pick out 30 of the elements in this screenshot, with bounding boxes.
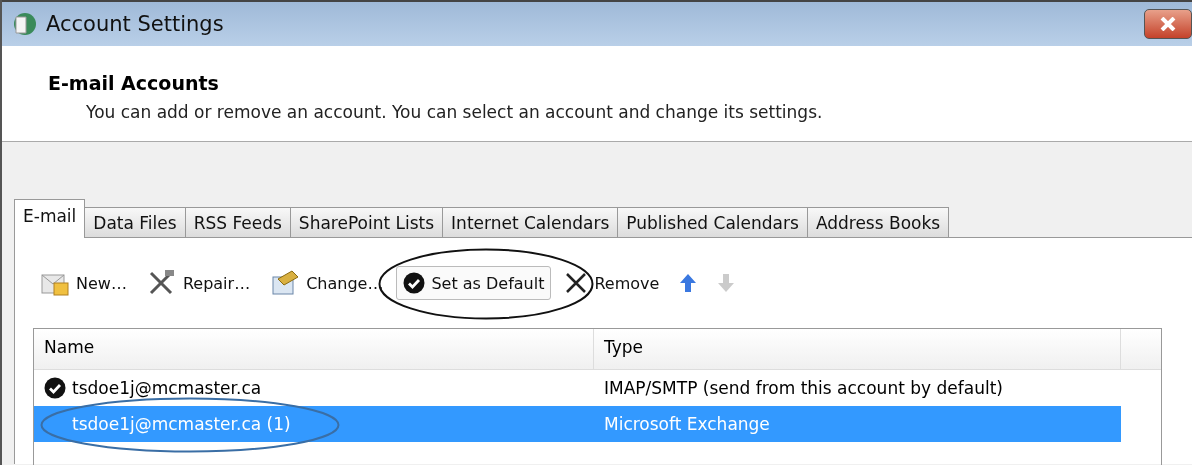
close-icon bbox=[564, 271, 589, 295]
table-cell: IMAP/SMTP (send from this account by default) bbox=[604, 378, 1003, 398]
tab[interactable]: Internet Calendars bbox=[442, 207, 619, 237]
toolbar-button[interactable]: Set as Default bbox=[396, 266, 552, 300]
card-icon bbox=[270, 269, 301, 297]
tab[interactable]: SharePoint Lists bbox=[289, 207, 444, 237]
tab[interactable]: Data Files bbox=[84, 207, 186, 237]
check-circle-icon bbox=[44, 377, 66, 399]
column-header[interactable]: Type bbox=[594, 329, 1121, 369]
tab[interactable]: E-mail bbox=[14, 199, 86, 238]
arrow-down-icon bbox=[717, 273, 736, 293]
column-header[interactable]: Name bbox=[34, 329, 594, 369]
close-icon bbox=[1160, 17, 1176, 31]
tab[interactable]: Address Books bbox=[806, 207, 950, 237]
arrow-up-icon bbox=[679, 273, 698, 293]
close-button[interactable] bbox=[1144, 9, 1192, 39]
tab[interactable]: RSS Feeds bbox=[184, 207, 291, 237]
toolbar-button[interactable]: New… bbox=[33, 266, 134, 300]
section-title: E-mail Accounts bbox=[48, 72, 220, 94]
table-cell: tsdoe1j@mcmaster.ca (1) bbox=[72, 414, 291, 434]
table-cell: Microsoft Exchange bbox=[604, 414, 770, 434]
window-title: Account Settings bbox=[46, 12, 224, 36]
globe-icon bbox=[12, 11, 38, 37]
table-cell: tsdoe1j@mcmaster.ca bbox=[72, 378, 262, 398]
tab[interactable]: Published Calendars bbox=[617, 207, 808, 237]
toolbar-button[interactable]: Remove bbox=[557, 266, 667, 300]
check-circle-icon bbox=[403, 272, 426, 294]
section-description: You can add or remove an account. You can select an account and change its settings. bbox=[86, 102, 824, 122]
toolbar-button[interactable]: Repair… bbox=[139, 266, 258, 300]
table-row[interactable]: tsdoe1j@mcmaster.ca IMAP/SMTP (send from this account by default) bbox=[34, 370, 1121, 406]
